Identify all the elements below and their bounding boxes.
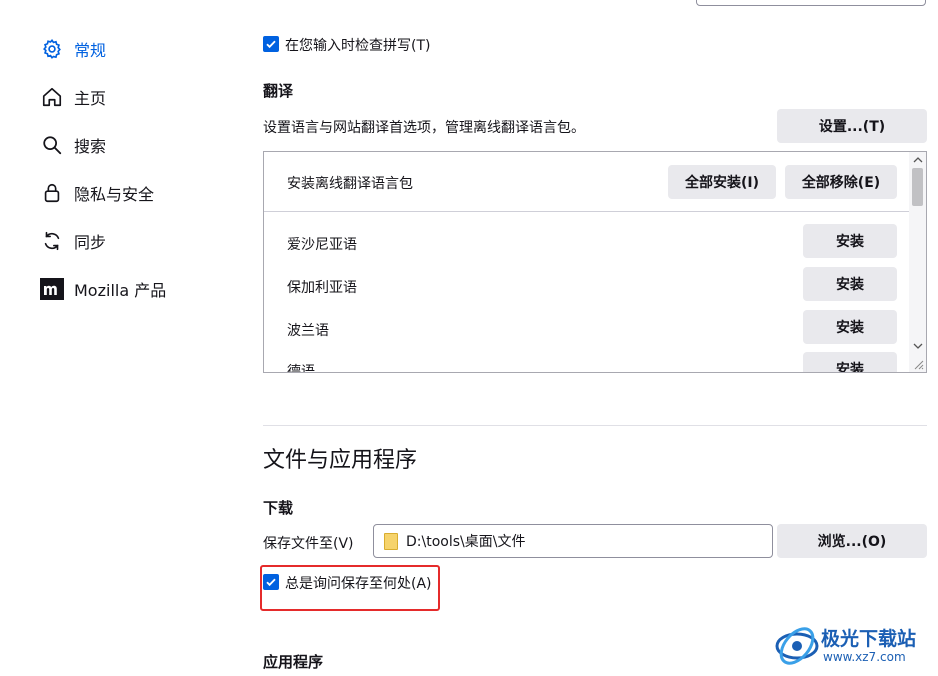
language-list-scrollbar[interactable] — [909, 152, 926, 372]
sidebar-item-general[interactable]: 常规 — [40, 34, 106, 64]
spellcheck-label: 在您输入时检查拼写(T) — [285, 38, 431, 54]
watermark: 极光下载站 www.xz7.com — [775, 620, 935, 670]
install-language-button[interactable]: 安装 — [803, 267, 897, 301]
sidebar-item-mozilla-products[interactable]: Mozilla 产品 — [40, 274, 166, 304]
lock-icon — [40, 181, 64, 205]
gear-icon — [40, 37, 64, 61]
language-packs-title: 安装离线翻译语言包 — [287, 176, 413, 192]
watermark-url: www.xz7.com — [823, 650, 906, 664]
sync-icon — [40, 229, 64, 253]
list-item: 保加利亚语 安装 — [264, 265, 909, 308]
applications-heading: 应用程序 — [263, 653, 324, 671]
resize-grip-icon[interactable] — [909, 356, 926, 372]
highlight-box — [260, 565, 440, 611]
language-packs-list: 安装离线翻译语言包 全部安装(I) 全部移除(E) 爱沙尼亚语 安装 保加利亚语… — [263, 151, 927, 373]
section-divider — [263, 425, 927, 426]
sidebar-item-label: 主页 — [74, 89, 107, 108]
install-all-button[interactable]: 全部安装(I) — [668, 165, 776, 199]
sidebar-item-label: 同步 — [74, 233, 107, 252]
sidebar-item-label: Mozilla 产品 — [74, 281, 167, 300]
list-item: 德语 安装 — [264, 351, 909, 373]
install-language-button[interactable]: 安装 — [803, 352, 897, 372]
search-icon — [40, 133, 64, 157]
save-to-label: 保存文件至(V) — [263, 536, 354, 552]
search-preferences-input[interactable] — [696, 0, 926, 6]
chevron-up-icon[interactable] — [909, 152, 926, 168]
watermark-name: 极光下载站 — [821, 628, 917, 650]
translation-settings-button[interactable]: 设置...(T) — [777, 109, 927, 143]
downloads-heading: 下载 — [263, 499, 294, 517]
sidebar: 常规 主页 搜索 隐私与安全 同步 Mozilla 产品 — [0, 0, 230, 676]
language-packs-header: 安装离线翻译语言包 全部安装(I) 全部移除(E) — [264, 152, 909, 212]
folder-icon — [384, 532, 398, 550]
download-path-field[interactable]: D:\tools\桌面\文件 — [373, 524, 773, 558]
sidebar-item-label: 搜索 — [74, 137, 107, 156]
translation-description: 设置语言与网站翻译首选项，管理离线翻译语言包。 — [263, 120, 585, 136]
install-language-button[interactable]: 安装 — [803, 224, 897, 258]
scrollbar-thumb[interactable] — [912, 168, 923, 206]
mozilla-logo-icon — [40, 277, 64, 301]
sidebar-item-privacy[interactable]: 隐私与安全 — [40, 178, 154, 208]
install-language-button[interactable]: 安装 — [803, 310, 897, 344]
download-path-value: D:\tools\桌面\文件 — [406, 534, 526, 550]
language-name: 爱沙尼亚语 — [287, 237, 357, 253]
language-name: 德语 — [287, 364, 315, 373]
sidebar-item-home[interactable]: 主页 — [40, 82, 106, 112]
language-name: 波兰语 — [287, 323, 329, 339]
language-name: 保加利亚语 — [287, 280, 357, 296]
watermark-logo-icon — [775, 627, 819, 665]
list-item: 波兰语 安装 — [264, 308, 909, 351]
spellcheck-checkbox[interactable] — [263, 36, 279, 52]
list-item: 爱沙尼亚语 安装 — [264, 222, 909, 265]
chevron-down-icon[interactable] — [909, 338, 926, 354]
remove-all-button[interactable]: 全部移除(E) — [785, 165, 897, 199]
sidebar-item-label: 隐私与安全 — [74, 185, 155, 204]
browse-button[interactable]: 浏览...(O) — [777, 524, 927, 558]
home-icon — [40, 85, 64, 109]
translation-heading: 翻译 — [263, 82, 294, 100]
sidebar-item-sync[interactable]: 同步 — [40, 226, 106, 256]
sidebar-item-search[interactable]: 搜索 — [40, 130, 106, 160]
files-apps-title: 文件与应用程序 — [263, 448, 418, 473]
sidebar-item-label: 常规 — [74, 41, 107, 60]
